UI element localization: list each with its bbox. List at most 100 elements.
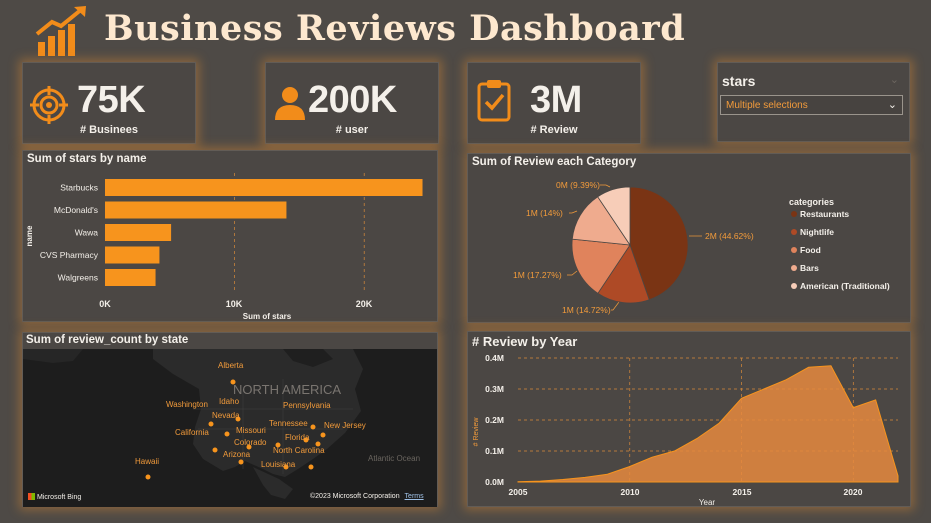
map-ocean-label: Atlantic Ocean: [368, 454, 420, 463]
bar-mcdonald-s[interactable]: [105, 201, 287, 219]
bar-wawa[interactable]: [105, 224, 172, 241]
target-icon: [30, 86, 68, 124]
area-ylabel: # Review: [473, 417, 480, 447]
pie-legend-title: categories: [789, 197, 834, 207]
map-label-california: California: [175, 428, 209, 437]
kpi-user-label: # user: [335, 124, 369, 136]
legend-item-nightlife[interactable]: Nightlife: [800, 227, 834, 237]
slicer-selected-value: Multiple selections: [726, 100, 808, 111]
map-marker-nevada[interactable]: [224, 431, 230, 437]
map-svg: NORTH AMERICA Atlantic Ocean Alberta Wash…: [23, 349, 420, 499]
kpi-business-label: # Businees: [79, 124, 139, 136]
map-label-louisiana: Louisiana: [261, 460, 296, 469]
kpi-review-label: # Review: [530, 124, 578, 136]
area-series-reviews[interactable]: [517, 365, 899, 483]
bar-chart-ylabel: name: [25, 225, 34, 246]
map-marker-hawaii[interactable]: [145, 474, 151, 480]
map-label-tennessee: Tennessee: [269, 419, 308, 428]
bar-tick-1: 10K: [226, 299, 243, 309]
area-chart: # Review Year 0.0M 0.1M 0.2M 0.3M 0.4M 2…: [473, 353, 899, 507]
legend-item-american-traditional[interactable]: American (Traditional): [800, 281, 890, 291]
bar-tick-2: 20K: [356, 299, 373, 309]
map-label-colorado: Colorado: [234, 438, 267, 447]
bar-chart-growth-icon: [35, 6, 86, 56]
map-label-pennsylvania: Pennsylvania: [283, 401, 331, 410]
bar-chart-xlabel: Sum of stars: [243, 312, 292, 321]
area-ytick-3: 0.3M: [485, 384, 504, 394]
map-provider: Microsoft Bing: [36, 494, 82, 501]
map-marker-florida[interactable]: [308, 464, 314, 470]
map-label-florida: Florida: [285, 433, 310, 442]
area-ytick-4: 0.4M: [485, 353, 504, 363]
bar-category-label: Wawa: [75, 228, 99, 238]
bar-category-label: Walgreens: [58, 273, 98, 283]
map-terms-link[interactable]: Terms: [405, 493, 424, 500]
map-label-alberta: Alberta: [218, 361, 244, 370]
map-title: Sum of review_count by state: [26, 334, 189, 346]
area-xtick-1: 2010: [621, 487, 640, 497]
legend-item-restaurants[interactable]: Restaurants: [800, 209, 849, 219]
map-label-arizona: Arizona: [223, 450, 251, 459]
kpi-card-business: 75K # Businees: [22, 62, 196, 144]
legend-marker: [791, 265, 797, 271]
area-ytick-2: 0.2M: [485, 415, 504, 425]
kpi-card-user: 200K # user: [265, 62, 439, 144]
map-label-new-jersey: New Jersey: [324, 421, 366, 430]
pie-label-restaurants: 2M (44.62%): [705, 231, 754, 241]
map-marker-pennsylvania[interactable]: [310, 424, 316, 430]
kpi-user-value: 200K: [308, 79, 397, 121]
chevron-down-icon[interactable]: ⌄: [890, 73, 899, 86]
pie-chart-card: Sum of Review each Category categories 2…: [467, 153, 911, 323]
chevron-down-icon: ⌄: [887, 99, 897, 111]
bar-category-label: CVS Pharmacy: [40, 250, 99, 260]
map-label-nevada: Nevada: [212, 411, 240, 420]
map-marker-arizona[interactable]: [238, 459, 244, 465]
area-ytick-1: 0.1M: [485, 446, 504, 456]
map-card: Sum of review_count by state NORTH AMERI…: [22, 332, 438, 507]
area-xtick-2: 2015: [733, 487, 752, 497]
map-label-hawaii: Hawaii: [135, 457, 159, 466]
area-ytick-0: 0.0M: [485, 477, 504, 487]
pie-label-nightlife: 1M (14.72%): [562, 305, 611, 315]
bing-logo: Microsoft Bing: [28, 493, 81, 501]
pie-label-bars: 1M (14%): [526, 208, 563, 218]
user-icon: [275, 87, 305, 120]
bar-chart: name Sum of stars 0K 10K 20K Starbucks Mc…: [25, 173, 423, 321]
map-canvas[interactable]: NORTH AMERICA Atlantic Ocean Alberta Wash…: [23, 349, 437, 507]
legend-item-bars[interactable]: Bars: [800, 263, 819, 273]
kpi-business-value: 75K: [77, 79, 146, 121]
area-xtick-0: 2005: [509, 487, 528, 497]
stars-slicer: stars ⌄ Multiple selections ⌄: [717, 62, 910, 142]
kpi-review-value: 3M: [530, 79, 582, 121]
slicer-title: stars: [722, 73, 756, 89]
line-chart-card: # Review by Year # Review Year 0.0M 0.1M…: [467, 331, 911, 507]
legend-marker: [791, 229, 797, 235]
bar-starbucks[interactable]: [105, 179, 423, 196]
page-title: Business Reviews Dashboard: [104, 8, 686, 49]
clipboard-check-icon: [477, 80, 511, 122]
legend-item-food[interactable]: Food: [800, 245, 821, 255]
map-continent-label: NORTH AMERICA: [233, 382, 341, 397]
bar-walgreens[interactable]: [105, 269, 156, 286]
pie-label-american: 0M (9.39%): [556, 180, 600, 190]
map-label-north-carolina: North Carolina: [273, 446, 325, 455]
bar-cvs-pharmacy[interactable]: [105, 246, 160, 264]
map-marker-washington[interactable]: [208, 421, 214, 427]
map-label-idaho: Idaho: [219, 397, 240, 406]
bar-category-label: Starbucks: [60, 183, 98, 193]
pie-chart: categories 2M (44.62%) 1M (14.72%) 1M (1…: [513, 180, 890, 315]
map-label-missouri: Missouri: [236, 426, 266, 435]
slicer-dropdown[interactable]: Multiple selections ⌄: [720, 95, 903, 115]
bar-tick-0: 0K: [99, 299, 111, 309]
legend-marker: [791, 283, 797, 289]
bar-chart-card: Sum of stars by name name Sum of stars 0…: [22, 150, 438, 322]
kpi-card-review: 3M # Review: [467, 62, 641, 144]
legend-marker: [791, 211, 797, 217]
bar-category-label: McDonald's: [54, 205, 98, 215]
map-marker-new-jersey[interactable]: [320, 432, 326, 438]
area-xtick-3: 2020: [844, 487, 863, 497]
area-xlabel: Year: [699, 498, 716, 507]
map-marker-alberta[interactable]: [230, 379, 236, 385]
map-copyright: ©2023 Microsoft Corporation Terms: [310, 493, 424, 500]
map-marker-california[interactable]: [212, 447, 218, 453]
